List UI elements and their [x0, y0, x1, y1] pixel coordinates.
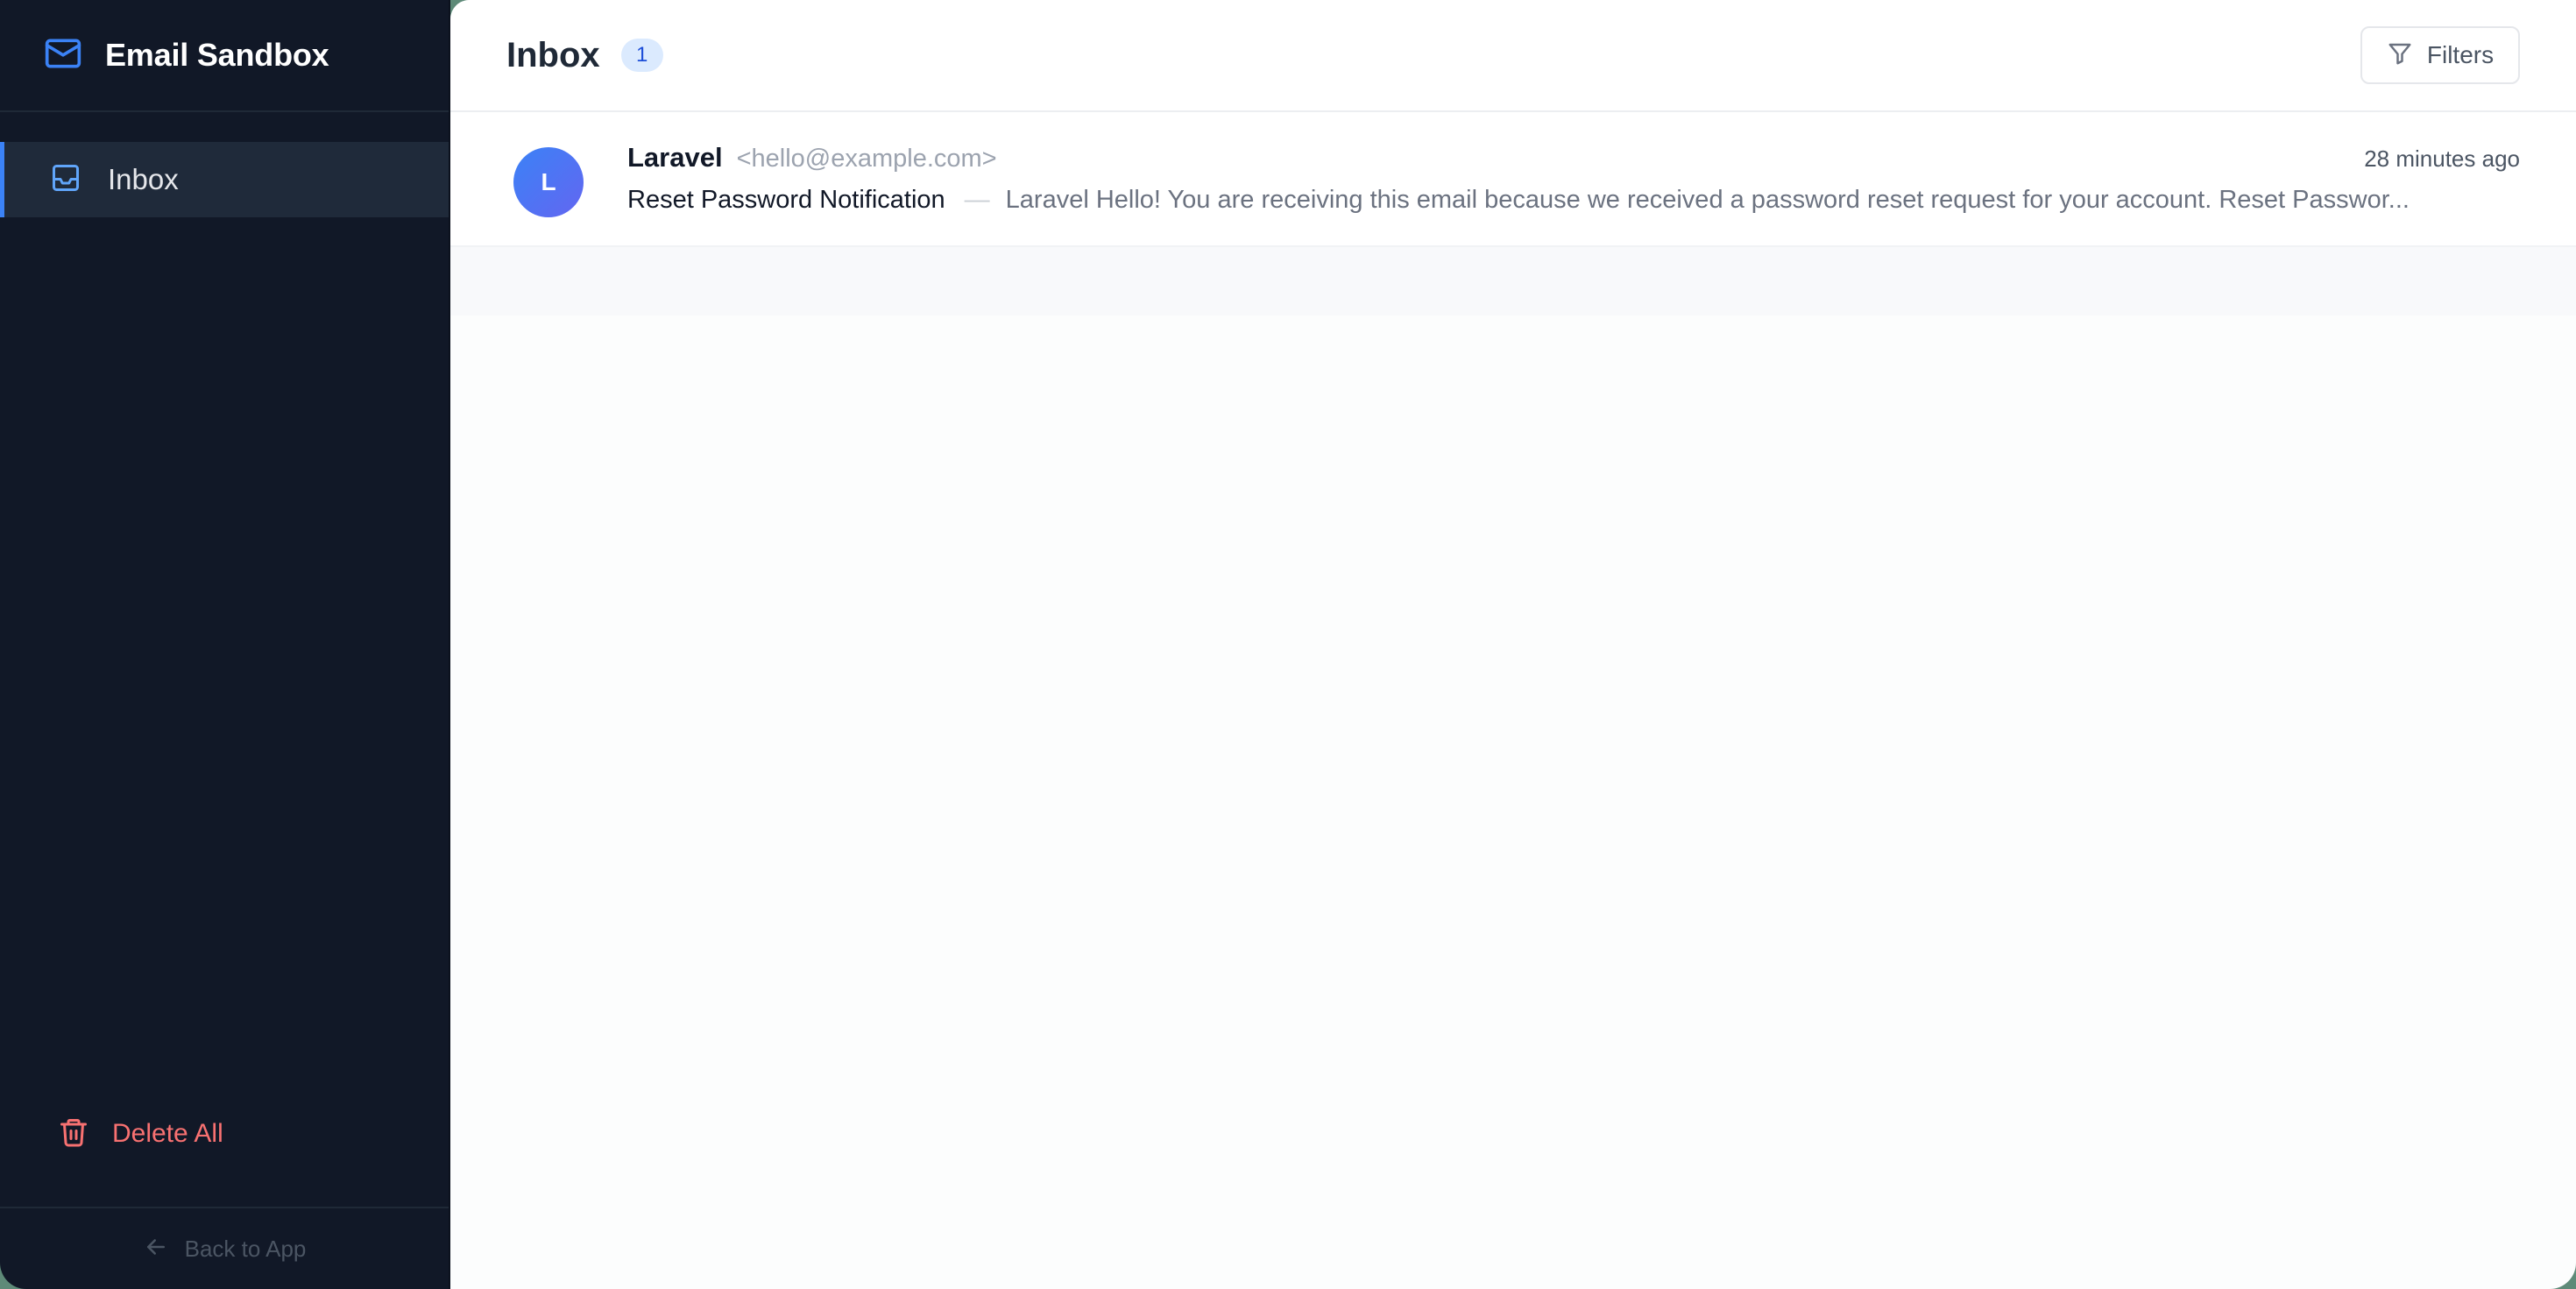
- back-to-app-label: Back to App: [184, 1235, 307, 1262]
- sender-name: Laravel: [627, 142, 723, 173]
- inbox-count-badge: 1: [620, 39, 663, 72]
- page-title: Inbox: [506, 35, 600, 74]
- filter-icon: [2387, 40, 2413, 71]
- filters-button[interactable]: Filters: [2360, 26, 2520, 84]
- trash-icon: [58, 1116, 89, 1152]
- sender-email: <hello@example.com>: [736, 145, 997, 173]
- inbox-icon: [50, 162, 81, 198]
- email-preview: Laravel Hello! You are receiving this em…: [1005, 186, 2410, 214]
- sidebar-item-label: Inbox: [108, 163, 179, 195]
- avatar: L: [513, 147, 584, 217]
- sidebar-item-inbox[interactable]: Inbox: [0, 142, 449, 217]
- delete-all-label: Delete All: [112, 1119, 223, 1148]
- main-panel: Inbox 1 Filters L Laravel <hello@example…: [450, 0, 2576, 1289]
- filters-label: Filters: [2426, 41, 2495, 68]
- email-subject: Reset Password Notification: [627, 186, 945, 214]
- email-list-item[interactable]: L Laravel <hello@example.com> 28 minutes…: [450, 112, 2576, 247]
- subject-separator: —: [964, 186, 990, 214]
- delete-all-button[interactable]: Delete All: [0, 1093, 449, 1175]
- mail-icon: [44, 34, 82, 77]
- app-window: Email Sandbox Inbox Delete All Back to A…: [0, 0, 2576, 1289]
- email-timestamp: 28 minutes ago: [2364, 145, 2520, 172]
- arrow-left-icon: [143, 1234, 169, 1264]
- list-footer-shade: [450, 247, 2576, 315]
- email-list: L Laravel <hello@example.com> 28 minutes…: [450, 112, 2576, 315]
- email-summary: Laravel <hello@example.com> 28 minutes a…: [627, 112, 2520, 215]
- back-to-app-link[interactable]: Back to App: [0, 1207, 449, 1289]
- brand: Email Sandbox: [0, 0, 449, 112]
- inbox-header: Inbox 1 Filters: [450, 0, 2576, 112]
- app-title: Email Sandbox: [105, 37, 329, 73]
- sidebar: Email Sandbox Inbox Delete All Back to A…: [0, 0, 450, 1289]
- sidebar-nav: Inbox: [0, 112, 449, 217]
